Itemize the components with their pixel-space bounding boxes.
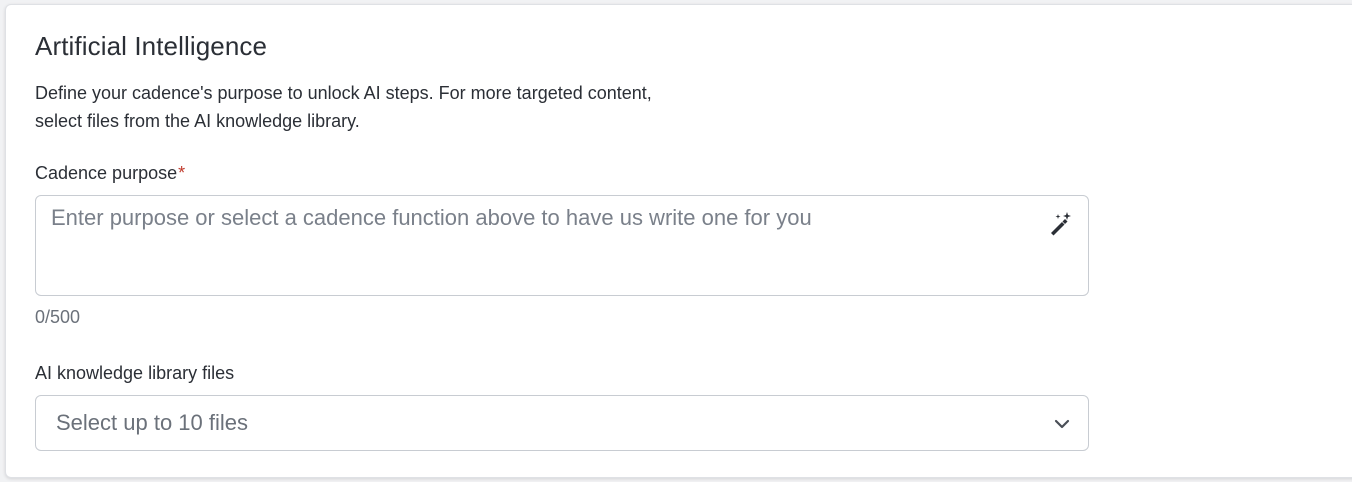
chevron-down-icon [1052, 414, 1072, 434]
description-line-2: select files from the AI knowledge libra… [35, 111, 360, 131]
ai-write-button[interactable] [1044, 210, 1076, 242]
character-counter: 0/500 [35, 307, 81, 327]
knowledge-files-select[interactable]: Select up to 10 files [35, 395, 1089, 451]
section-description: Define your cadence's purpose to unlock … [35, 79, 795, 135]
ai-settings-card: Artificial Intelligence Define your cade… [5, 4, 1352, 478]
cadence-purpose-placeholder: Enter purpose or select a cadence functi… [51, 205, 812, 230]
section-title: Artificial Intelligence [35, 31, 268, 61]
cadence-purpose-textarea[interactable]: Enter purpose or select a cadence functi… [35, 195, 1089, 296]
knowledge-files-placeholder: Select up to 10 files [56, 410, 249, 435]
cadence-purpose-label: Cadence purpose* [35, 163, 185, 184]
knowledge-files-label: AI knowledge library files [35, 363, 235, 383]
cadence-purpose-label-text: Cadence purpose [35, 163, 178, 183]
magic-wand-icon [1047, 211, 1073, 242]
description-line-1: Define your cadence's purpose to unlock … [35, 83, 652, 103]
required-marker: * [178, 163, 186, 183]
